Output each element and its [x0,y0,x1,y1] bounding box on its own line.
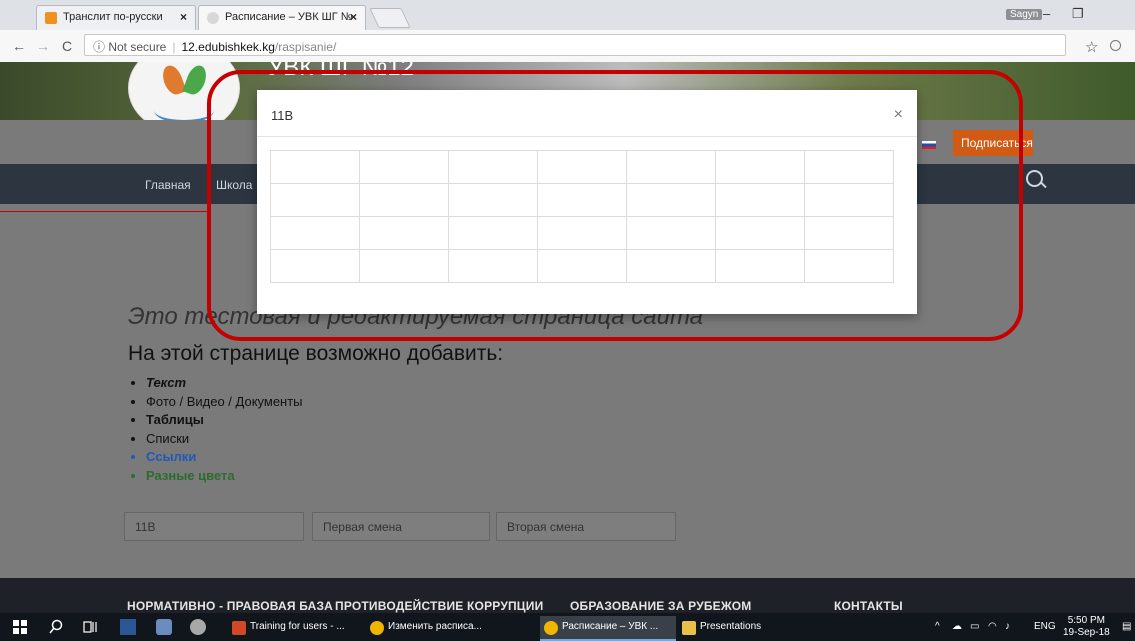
nav-item-home[interactable]: Главная [145,178,191,192]
extension-icon[interactable] [1110,40,1121,51]
footer-link-contacts[interactable]: КОНТАКТЫ [834,599,903,613]
wifi-icon[interactable]: ◠ [988,621,997,632]
search-icon[interactable] [1026,170,1043,187]
class-select[interactable]: 11В [124,512,304,541]
tab-title: Транслит по-русски [63,11,163,23]
search-icon[interactable] [48,619,64,635]
list-item-link[interactable]: Ссылки [146,448,303,467]
word-icon[interactable] [120,619,136,635]
folder-icon [682,621,696,635]
volume-icon[interactable]: ♪ [1005,621,1010,632]
tab-raspisanie[interactable]: Расписание – УВК ШГ № × [198,5,366,30]
security-indicator[interactable]: ⓘ Not secure [93,40,166,54]
clock[interactable]: 5:50 PM 19-Sep-18 [1063,615,1110,639]
windows-start-icon[interactable] [12,619,28,635]
site-favicon-icon [207,12,219,24]
footer-link-anticorruption[interactable]: ПРОТИВОДЕЙСТВИЕ КОРРУПЦИИ [335,599,543,613]
chrome-icon [544,621,558,635]
url-host: 12.edubishkek.kg [181,40,275,54]
url-path: /raspisanie/ [274,40,337,54]
feature-list: Текст Фото / Видео / Документы Таблицы С… [146,374,303,485]
paint-app-icon[interactable] [190,619,206,635]
list-item: Таблицы [146,411,303,430]
chrome-icon [370,621,384,635]
list-item: Разные цвета [146,467,303,486]
onedrive-icon[interactable]: ☁ [952,621,962,632]
taskbar-app-powerpoint[interactable]: Training for users - ... [228,616,364,641]
footer-link-abroad[interactable]: ОБРАЗОВАНИЕ ЗА РУБЕЖОМ [570,599,752,613]
taskbar-app-presentations[interactable]: Presentations [678,616,788,641]
windows-taskbar: Training for users - ... Изменить распис… [0,613,1135,641]
annotation-pointer-line [0,211,208,212]
first-shift-select[interactable]: Первая смена [312,512,490,541]
battery-icon[interactable]: ▭ [970,621,979,632]
tab-translit[interactable]: Транслит по-русски × [36,5,196,30]
list-item: Списки [146,430,303,449]
back-button[interactable]: ← [12,38,26,54]
annotation-highlight [207,70,1023,341]
new-tab-button[interactable] [369,8,411,28]
translit-favicon-icon [45,12,57,24]
list-item: Текст [146,374,303,393]
footer-link-legal[interactable]: НОРМАТИВНО - ПРАВОВАЯ БАЗА [127,599,333,613]
task-view-icon[interactable] [82,619,98,635]
tab-title: Расписание – УВК ШГ № [225,11,353,23]
star-icon[interactable]: ☆ [1085,38,1098,56]
taskbar-app-chrome-edit[interactable]: Изменить расписа... [366,616,502,641]
second-shift-select[interactable]: Вторая смена [496,512,676,541]
footer-bar: НОРМАТИВНО - ПРАВОВАЯ БАЗА ПРОТИВОДЕЙСТВ… [0,578,1135,613]
page-heading: На этой странице возможно добавить: [128,342,504,365]
tab-close-icon[interactable]: × [180,10,187,24]
toolbar: ← → C ⓘ Not secure | 12.edubishkek.kg/rasp… [0,30,1135,63]
tray-chevron-icon[interactable]: ^ [935,621,940,632]
list-item: Фото / Видео / Документы [146,393,303,412]
tab-close-icon[interactable]: × [350,10,357,24]
address-bar[interactable]: ⓘ Not secure | 12.edubishkek.kg/raspisanie… [84,34,1066,56]
taskbar-app-chrome-schedule[interactable]: Расписание – УВК ... [540,616,676,641]
forward-button[interactable]: → [36,38,50,54]
tab-strip: Транслит по-русски × Расписание – УВК ШГ… [0,0,1135,30]
reload-button[interactable]: C [62,38,72,54]
profile-badge[interactable]: Sagyn [1006,9,1043,20]
language-indicator[interactable]: ENG [1034,621,1056,632]
notifications-icon[interactable]: ▤ [1122,621,1131,632]
notes-app-icon[interactable] [156,619,172,635]
minimize-button[interactable]: – [1043,6,1050,21]
maximize-button[interactable]: ❐ [1072,6,1084,22]
powerpoint-icon [232,621,246,635]
